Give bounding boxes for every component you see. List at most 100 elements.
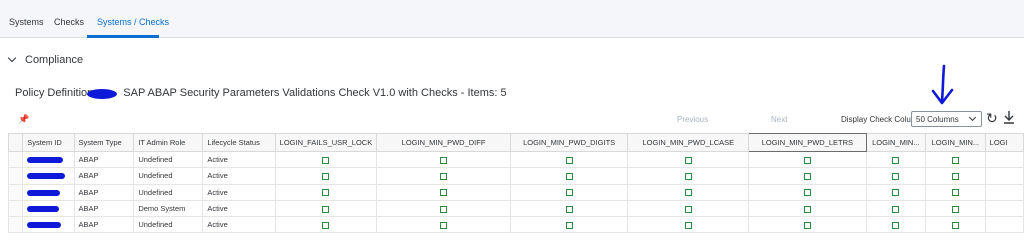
system-id-cell[interactable]: [22, 150, 75, 169]
checkbox-icon[interactable]: [803, 189, 811, 197]
checkbox-icon[interactable]: [892, 189, 900, 197]
table-row[interactable]: ABAP Undefined Active: [8, 216, 1024, 234]
checkbox-icon[interactable]: [684, 172, 692, 180]
row-selector[interactable]: [8, 216, 24, 234]
checkbox-icon[interactable]: [565, 189, 573, 197]
table-row[interactable]: ABAP Undefined Active: [8, 183, 1024, 201]
checkbox-icon[interactable]: [565, 205, 573, 213]
checkbox-icon[interactable]: [803, 172, 811, 180]
row-selector[interactable]: [8, 150, 24, 169]
refresh-icon[interactable]: ↻: [986, 110, 998, 126]
checkbox-icon[interactable]: [951, 205, 959, 213]
previous-button[interactable]: Previous: [677, 115, 708, 124]
check-column-header[interactable]: LOGIN_MIN_PWD_LCASE: [627, 133, 750, 152]
check-columns-select[interactable]: 50 Columns: [911, 111, 982, 127]
checkbox-icon[interactable]: [803, 221, 811, 229]
check-cell: [376, 183, 511, 201]
column-header[interactable]: System Type: [73, 133, 135, 152]
system-id-cell[interactable]: [22, 183, 75, 201]
checkbox-icon[interactable]: [892, 205, 900, 213]
next-button[interactable]: Next: [771, 115, 787, 124]
checkbox-icon[interactable]: [892, 172, 900, 180]
checkbox-icon[interactable]: [322, 221, 330, 229]
policy-title-prefix: Policy Definition: [15, 87, 94, 99]
check-cell: [748, 183, 867, 201]
redaction-mark: [27, 206, 60, 213]
check-column-header[interactable]: LOGIN_FAILS_USR_LOCK: [274, 133, 378, 152]
column-header[interactable]: IT Admin Role: [133, 133, 204, 152]
table-row[interactable]: ABAP Undefined Active: [8, 150, 1024, 169]
checkbox-icon[interactable]: [684, 156, 692, 164]
checkbox-icon[interactable]: [684, 221, 692, 229]
admin-role-cell: Undefined: [133, 216, 204, 234]
checkbox-icon[interactable]: [440, 205, 448, 213]
checkbox-icon[interactable]: [322, 172, 330, 180]
checkbox-icon[interactable]: [322, 205, 330, 213]
arrow-annotation-icon: [931, 64, 954, 105]
check-column-header[interactable]: LOGI: [984, 133, 1024, 152]
check-cell: [925, 199, 986, 218]
active-tab-indicator: [87, 35, 159, 38]
checkbox-icon[interactable]: [440, 172, 448, 180]
section-title: Compliance: [25, 54, 84, 66]
check-cell: [984, 150, 1024, 169]
system-type-cell: ABAP: [73, 167, 135, 185]
tab-systems[interactable]: Systems: [9, 17, 44, 27]
check-cell: [274, 167, 378, 185]
checkbox-icon[interactable]: [892, 156, 900, 164]
check-cell: [376, 167, 511, 185]
checkbox-icon[interactable]: [440, 189, 448, 197]
row-selector-header: [8, 133, 24, 152]
checkbox-icon[interactable]: [440, 156, 448, 164]
row-selector[interactable]: [8, 199, 24, 218]
tab-systems-checks[interactable]: Systems / Checks: [97, 17, 169, 27]
column-header[interactable]: System ID: [22, 133, 75, 152]
check-column-header[interactable]: LOGIN_MIN...: [865, 133, 927, 152]
checkbox-icon[interactable]: [684, 205, 692, 213]
system-id-cell[interactable]: [22, 216, 75, 234]
check-cell: [865, 183, 927, 201]
section-compliance-toggle[interactable]: Compliance: [7, 53, 84, 66]
checkbox-icon[interactable]: [951, 156, 959, 164]
checkbox-icon[interactable]: [684, 189, 692, 197]
checkbox-icon[interactable]: [951, 221, 959, 229]
column-header[interactable]: Lifecycle Status: [202, 133, 276, 152]
check-cell: [984, 199, 1024, 218]
checkbox-icon[interactable]: [440, 221, 448, 229]
check-column-header[interactable]: LOGIN_MIN_PWD_DIGITS: [509, 133, 629, 152]
checkbox-icon[interactable]: [892, 221, 900, 229]
download-icon[interactable]: [1003, 110, 1015, 127]
check-column-header[interactable]: LOGIN_MIN...: [925, 133, 986, 152]
lifecycle-status-cell: Active: [202, 167, 276, 185]
checkbox-icon[interactable]: [565, 172, 573, 180]
check-cell: [925, 150, 986, 169]
admin-role-cell: Demo System: [133, 199, 204, 218]
checkbox-icon[interactable]: [565, 156, 573, 164]
check-column-header[interactable]: LOGIN_MIN_PWD_LETRS: [748, 133, 867, 152]
system-type-cell: ABAP: [73, 150, 135, 169]
checkbox-icon[interactable]: [803, 205, 811, 213]
check-cell: [984, 167, 1024, 185]
checkbox-icon[interactable]: [951, 189, 959, 197]
tab-checks[interactable]: Checks: [54, 17, 84, 27]
checkbox-icon[interactable]: [322, 189, 330, 197]
table-row[interactable]: ABAP Undefined Active: [8, 167, 1024, 185]
checkbox-icon[interactable]: [565, 221, 573, 229]
row-selector[interactable]: [8, 183, 24, 201]
table-row[interactable]: ABAP Demo System Active: [8, 199, 1024, 218]
chevron-down-icon: [7, 53, 17, 63]
admin-role-cell: Undefined: [133, 183, 204, 201]
pin-icon[interactable]: 📌: [18, 114, 29, 125]
checkbox-icon[interactable]: [951, 172, 959, 180]
redaction-mark: [27, 157, 64, 164]
check-cell: [509, 150, 629, 169]
lifecycle-status-cell: Active: [202, 199, 276, 218]
system-id-cell[interactable]: [22, 199, 75, 218]
row-selector[interactable]: [8, 167, 24, 185]
redaction-mark: [87, 89, 117, 99]
checkbox-icon[interactable]: [803, 156, 811, 164]
system-id-cell[interactable]: [22, 167, 75, 185]
checkbox-icon[interactable]: [322, 156, 330, 164]
check-column-header[interactable]: LOGIN_MIN_PWD_DIFF: [376, 133, 511, 152]
redaction-mark: [27, 222, 62, 229]
